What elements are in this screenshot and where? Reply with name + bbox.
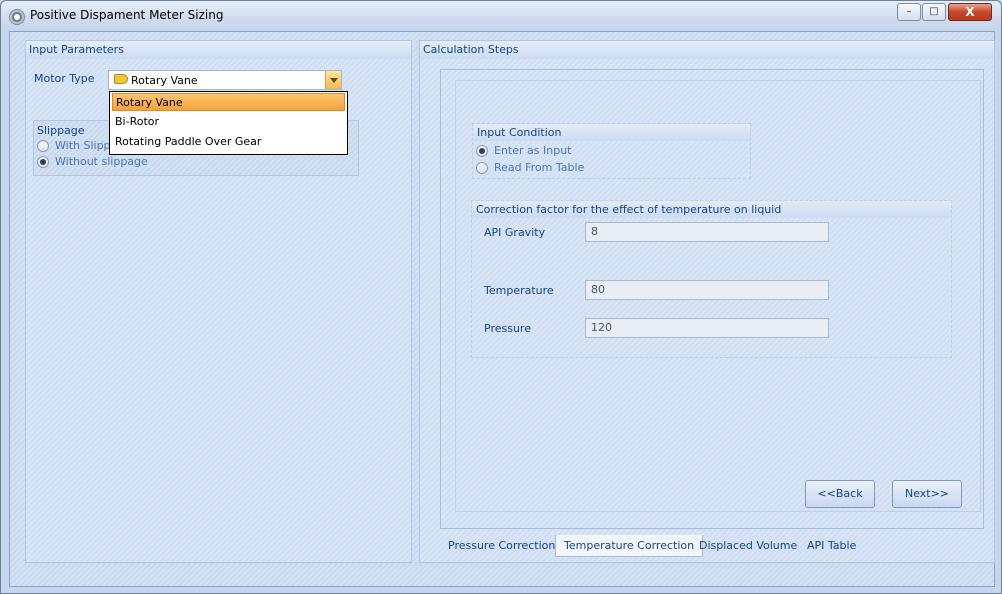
step-content: Input Condition Enter as Input Read From… xyxy=(455,80,981,512)
step-tabs: Pressure Correction Temperature Correcti… xyxy=(440,535,984,557)
input-parameters-header: Input Parameters xyxy=(26,41,411,59)
tab-temperature-correction[interactable]: Temperature Correction xyxy=(555,535,704,557)
read-from-table-label[interactable]: Read From Table xyxy=(494,161,584,174)
enter-as-input-label[interactable]: Enter as Input xyxy=(494,144,571,157)
read-from-table-radio[interactable] xyxy=(476,162,488,174)
tab-content-area: Input Condition Enter as Input Read From… xyxy=(440,69,984,529)
motor-type-dropdown-list: Rotary Vane Bi-Rotor Rotating Paddle Ove… xyxy=(109,91,348,155)
calculation-steps-panel: Calculation Steps Input Condition Enter … xyxy=(419,40,995,563)
window-title: Positive Dispament Meter Sizing xyxy=(30,8,224,22)
back-button[interactable]: <<Back xyxy=(805,480,875,508)
motor-type-combobox[interactable]: Rotary Vane xyxy=(108,70,342,90)
temperature-correction-group: Correction factor for the effect of temp… xyxy=(471,200,952,358)
api-gravity-input[interactable]: 8 xyxy=(585,222,829,242)
dropdown-option-rotary-vane[interactable]: Rotary Vane xyxy=(112,93,345,111)
tag-icon xyxy=(114,74,128,84)
maximize-button[interactable]: □ xyxy=(922,3,946,21)
tab-pressure-correction[interactable]: Pressure Correction xyxy=(440,535,563,557)
api-gravity-label: API Gravity xyxy=(484,226,546,239)
motor-type-value: Rotary Vane xyxy=(131,74,198,87)
slippage-title: Slippage xyxy=(37,124,85,137)
next-button[interactable]: Next>> xyxy=(892,480,962,508)
correction-title: Correction factor for the effect of temp… xyxy=(472,201,951,218)
enter-as-input-radio[interactable] xyxy=(476,145,488,157)
dropdown-option-bi-rotor[interactable]: Bi-Rotor xyxy=(112,113,345,131)
title-bar[interactable]: Positive Dispament Meter Sizing – □ X xyxy=(1,1,1001,31)
tab-api-table[interactable]: API Table xyxy=(799,535,864,557)
chevron-down-icon[interactable] xyxy=(325,71,341,89)
motor-type-label: Motor Type xyxy=(34,72,95,85)
temperature-label: Temperature xyxy=(484,284,554,297)
input-parameters-panel: Input Parameters Motor Type Rotary Vane … xyxy=(25,40,412,563)
calculation-steps-header: Calculation Steps xyxy=(420,41,994,59)
tab-displaced-volume[interactable]: Displaced Volume xyxy=(691,535,805,557)
minimize-button[interactable]: – xyxy=(897,3,921,21)
gear-icon xyxy=(9,9,25,25)
temperature-input[interactable]: 80 xyxy=(585,280,829,300)
client-area: Input Parameters Motor Type Rotary Vane … xyxy=(9,31,995,587)
input-condition-group: Input Condition Enter as Input Read From… xyxy=(472,123,751,179)
with-slippage-radio[interactable] xyxy=(37,140,49,152)
dropdown-option-rotating-paddle[interactable]: Rotating Paddle Over Gear xyxy=(112,133,345,151)
without-slippage-label[interactable]: Without slippage xyxy=(55,155,148,168)
input-condition-title: Input Condition xyxy=(473,124,750,141)
without-slippage-radio[interactable] xyxy=(37,156,49,168)
close-button[interactable]: X xyxy=(948,3,992,21)
app-window: Positive Dispament Meter Sizing – □ X In… xyxy=(0,0,1002,594)
pressure-label: Pressure xyxy=(484,322,531,335)
pressure-input[interactable]: 120 xyxy=(585,318,829,338)
